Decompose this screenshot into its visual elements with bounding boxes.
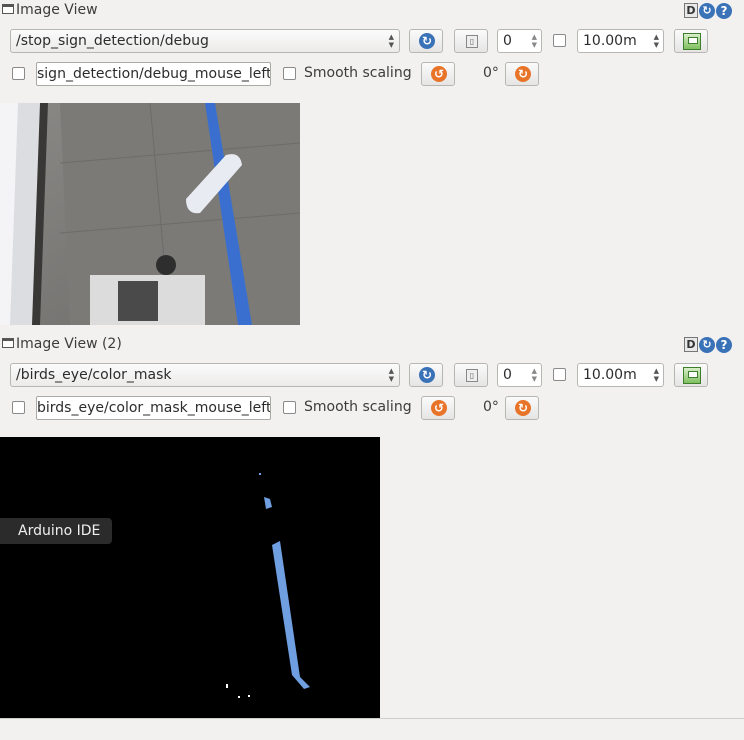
color-mask-image[interactable] — [0, 437, 380, 719]
spin-arrows-icon[interactable]: ▲ ▼ — [654, 367, 659, 383]
smooth-scaling-label: Smooth scaling — [304, 65, 412, 81]
pause-button[interactable]: ▯ — [454, 363, 488, 387]
window-icon — [2, 338, 14, 348]
tooltip: Arduino IDE — [0, 518, 113, 544]
panel-title: Image View — [16, 2, 98, 18]
bottom-divider — [0, 718, 744, 719]
image-view-panel-1: Image View D ↻ ? /stop_sign_detection/de… — [0, 0, 744, 332]
topic-select[interactable]: /birds_eye/color_mask ▲ ▼ — [10, 363, 400, 387]
timeout-spin-box[interactable]: 10.00m ▲ ▼ — [577, 363, 664, 387]
rotate-left-icon: ↺ — [431, 400, 447, 416]
refresh-icon: ↻ — [419, 367, 435, 383]
camera-image[interactable] — [0, 103, 300, 325]
dock-icon[interactable]: D — [684, 3, 698, 18]
rotation-label: 0° — [483, 399, 499, 415]
rotate-right-icon: ↻ — [515, 66, 531, 82]
mouse-publish-checkbox[interactable] — [12, 67, 25, 80]
reload-icon[interactable]: ↻ — [699, 3, 715, 19]
smooth-scaling-checkbox[interactable] — [283, 401, 296, 414]
timeout-checkbox[interactable] — [553, 368, 566, 381]
titlebar-icons: D ↻ ? — [684, 337, 732, 353]
mouse-topic-input[interactable]: sign_detection/debug_mouse_left — [36, 62, 271, 86]
timeout-spin-box[interactable]: 10.00m ▲ ▼ — [577, 29, 664, 53]
pause-icon: ▯ — [466, 35, 478, 48]
help-icon[interactable]: ? — [716, 337, 732, 353]
mouse-topic-value: sign_detection/debug_mouse_left — [37, 66, 271, 82]
mouse-topic-value: birds_eye/color_mask_mouse_left — [37, 400, 271, 416]
toolbar-row-1: /stop_sign_detection/debug ▲ ▼ ↻ ▯ 0 ▲ ▼ 1… — [0, 29, 744, 57]
rotation-label: 0° — [483, 65, 499, 81]
timeout-value: 10.00m — [583, 33, 637, 49]
mouse-publish-checkbox[interactable] — [12, 401, 25, 414]
spin-arrows-icon[interactable]: ▲ ▼ — [532, 367, 537, 383]
smooth-scaling-label: Smooth scaling — [304, 399, 412, 415]
reload-icon[interactable]: ↻ — [699, 337, 715, 353]
spin-box-value: 0 — [503, 367, 512, 383]
rotate-right-button[interactable]: ↻ — [505, 62, 539, 86]
panel-title: Image View (2) — [16, 336, 122, 352]
spin-arrows-icon[interactable]: ▲ ▼ — [532, 33, 537, 49]
dock-icon[interactable]: D — [684, 337, 698, 352]
chevron-updown-icon: ▲ ▼ — [388, 33, 394, 49]
save-image-button[interactable] — [674, 363, 708, 387]
refresh-icon: ↻ — [419, 33, 435, 49]
topic-select[interactable]: /stop_sign_detection/debug ▲ ▼ — [10, 29, 400, 53]
help-icon[interactable]: ? — [716, 3, 732, 19]
pause-button[interactable]: ▯ — [454, 29, 488, 53]
timeout-checkbox[interactable] — [553, 34, 566, 47]
topic-select-value: /stop_sign_detection/debug — [16, 33, 209, 49]
toolbar-row-2: sign_detection/debug_mouse_left Smooth s… — [0, 62, 744, 90]
rotate-left-icon: ↺ — [431, 66, 447, 82]
save-icon — [683, 33, 701, 50]
mouse-topic-input[interactable]: birds_eye/color_mask_mouse_left — [36, 396, 271, 420]
rotate-left-button[interactable]: ↺ — [421, 396, 455, 420]
topic-select-value: /birds_eye/color_mask — [16, 367, 172, 383]
timeout-value: 10.00m — [583, 367, 637, 383]
refresh-topics-button[interactable]: ↻ — [409, 29, 443, 53]
refresh-topics-button[interactable]: ↻ — [409, 363, 443, 387]
titlebar-icons: D ↻ ? — [684, 3, 732, 19]
save-image-button[interactable] — [674, 29, 708, 53]
spin-box[interactable]: 0 ▲ ▼ — [497, 363, 542, 387]
chevron-updown-icon: ▲ ▼ — [388, 367, 394, 383]
smooth-scaling-checkbox[interactable] — [283, 67, 296, 80]
spin-box[interactable]: 0 ▲ ▼ — [497, 29, 542, 53]
spin-box-value: 0 — [503, 33, 512, 49]
panel-titlebar: Image View D ↻ ? — [0, 0, 744, 22]
rotate-right-icon: ↻ — [515, 400, 531, 416]
image-view-panel-2: Image View (2) D ↻ ? /birds_eye/color_ma… — [0, 334, 744, 720]
rotate-left-button[interactable]: ↺ — [421, 62, 455, 86]
window-icon — [2, 4, 14, 14]
pause-icon: ▯ — [466, 369, 478, 382]
rotate-right-button[interactable]: ↻ — [505, 396, 539, 420]
toolbar-row-2: birds_eye/color_mask_mouse_left Smooth s… — [0, 396, 744, 424]
toolbar-row-1: /birds_eye/color_mask ▲ ▼ ↻ ▯ 0 ▲ ▼ 10.00m… — [0, 363, 744, 391]
camera-image-graphic — [0, 103, 300, 325]
panel-titlebar: Image View (2) D ↻ ? — [0, 334, 744, 356]
save-icon — [683, 367, 701, 384]
color-mask-graphic — [0, 437, 380, 719]
spin-arrows-icon[interactable]: ▲ ▼ — [654, 33, 659, 49]
